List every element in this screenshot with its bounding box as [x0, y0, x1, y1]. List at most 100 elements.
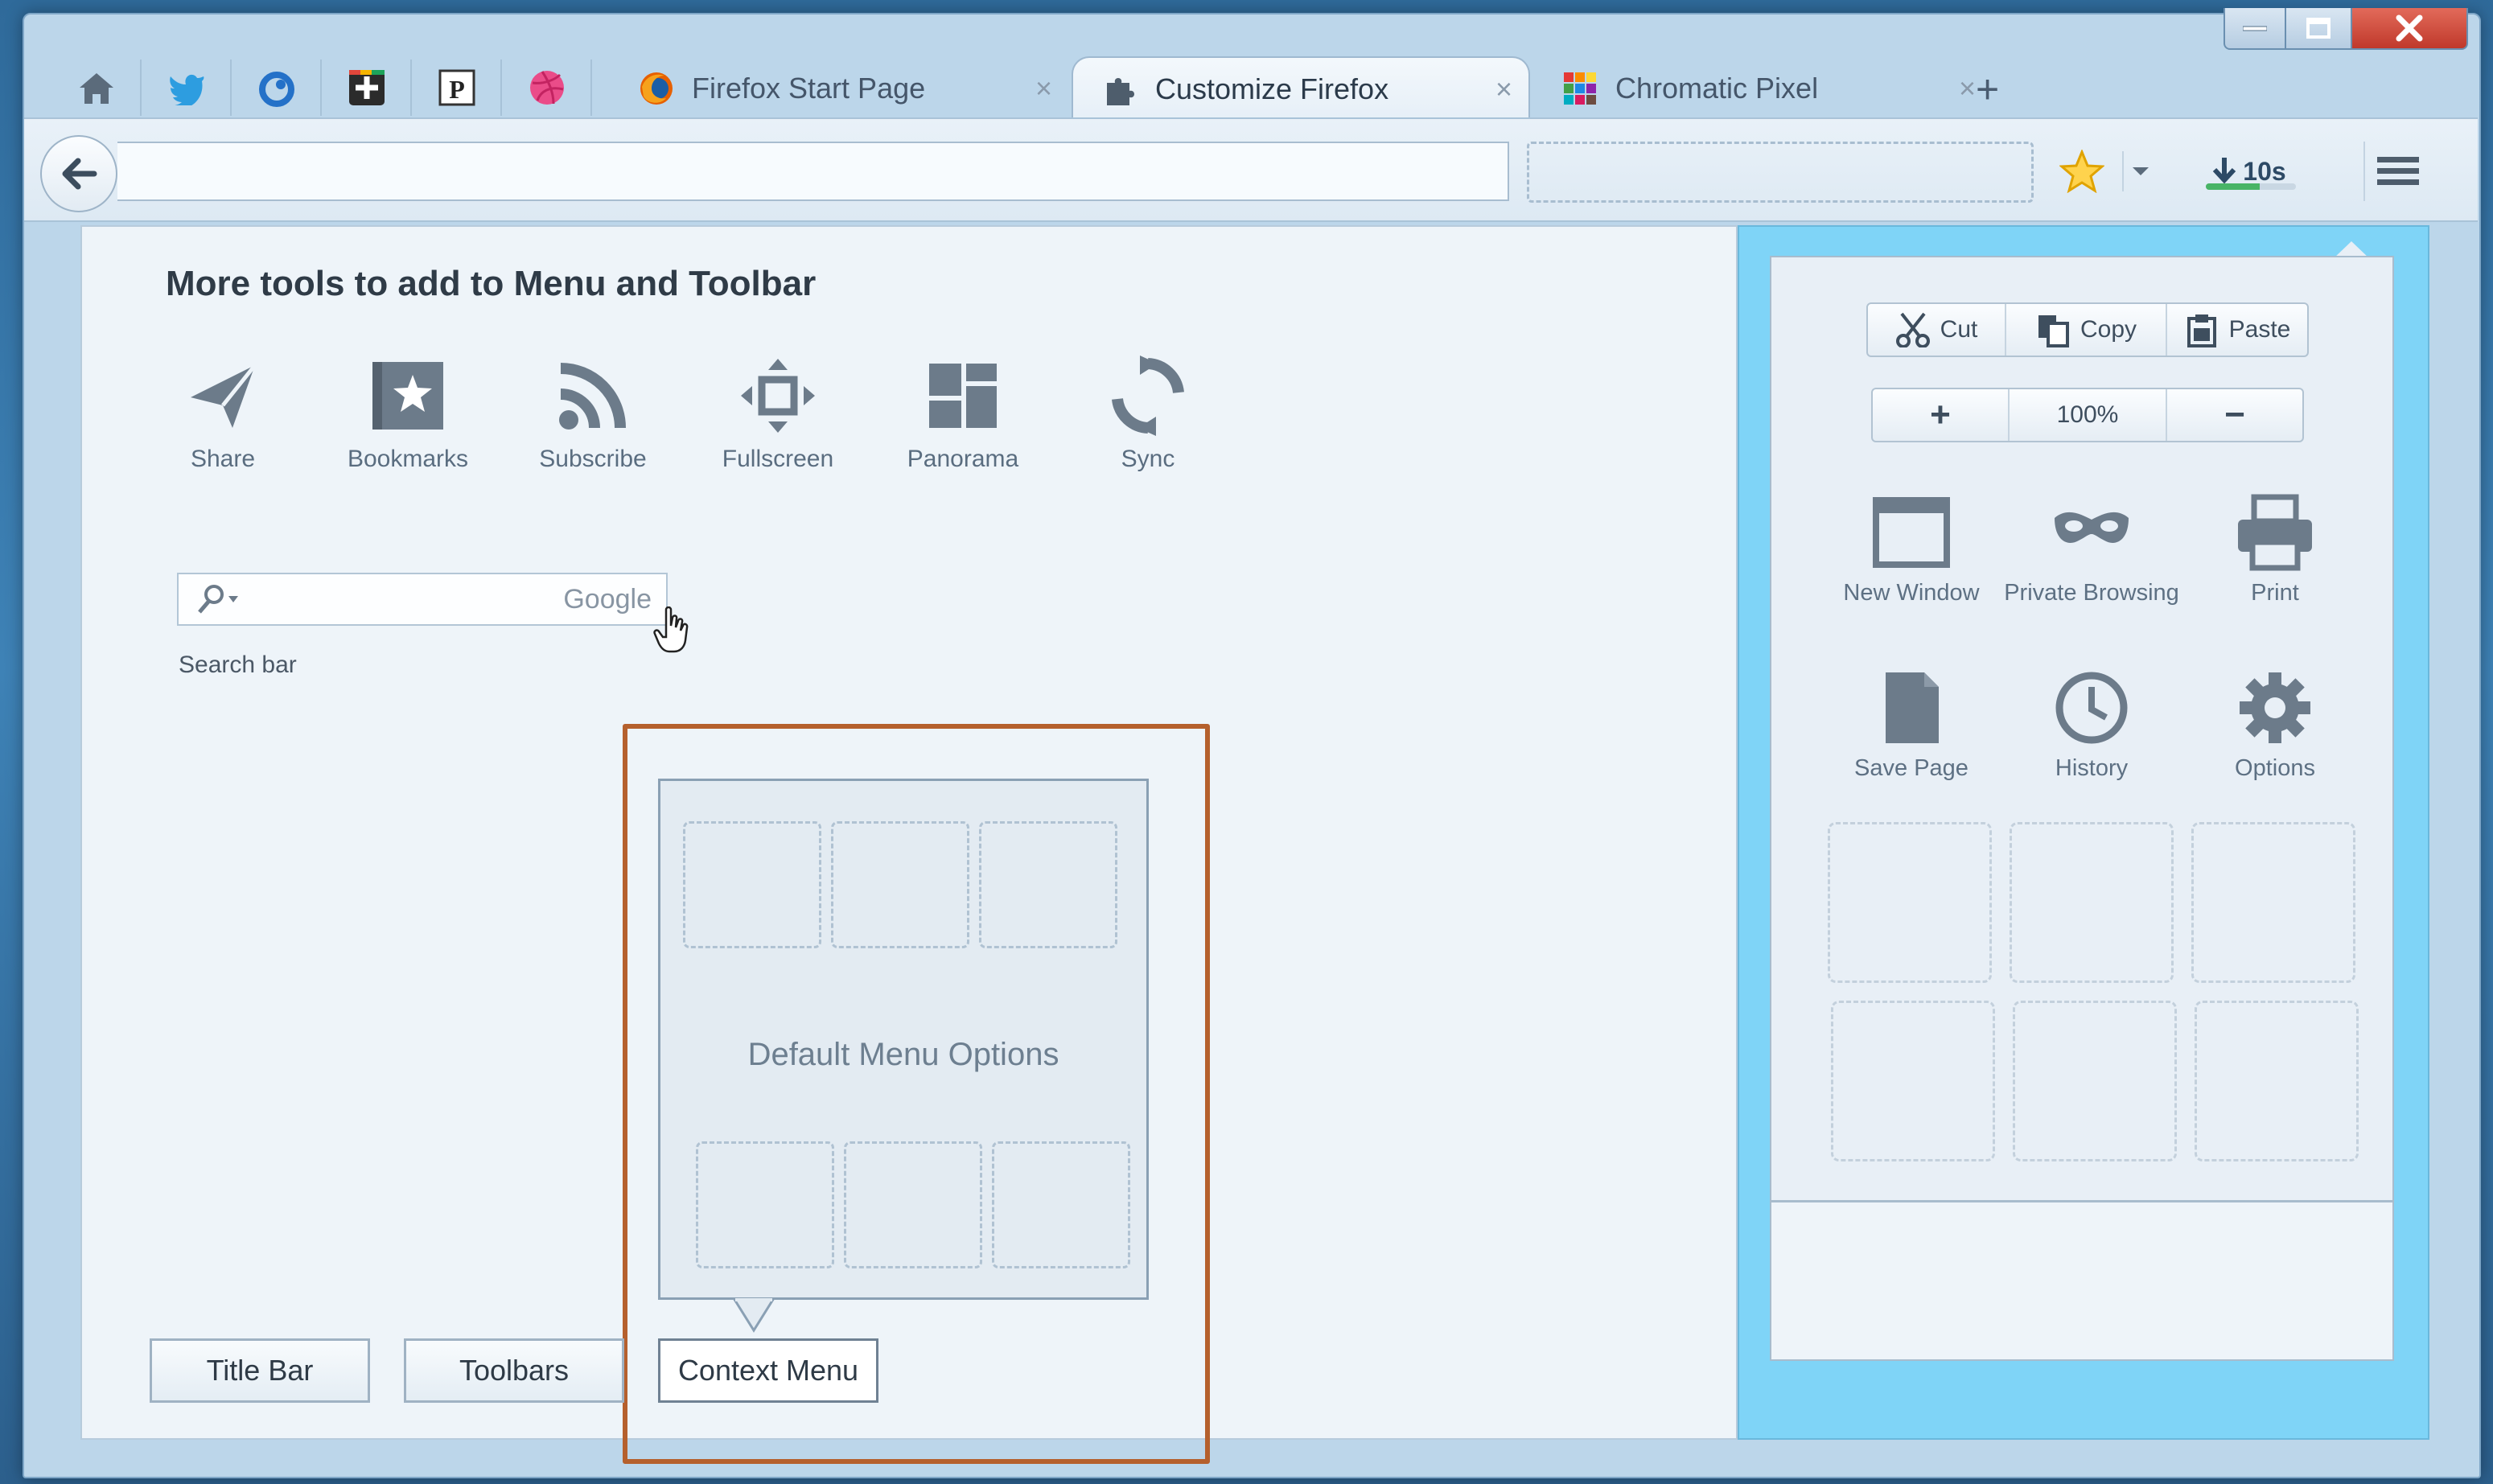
menu-slot[interactable] — [683, 821, 821, 948]
panel-empty-slot[interactable] — [1828, 822, 1992, 983]
downloads-button[interactable]: 10s — [2196, 142, 2301, 201]
minimize-button[interactable] — [2224, 8, 2286, 50]
new-tab-button[interactable]: + — [1976, 66, 1999, 113]
panel-empty-slot[interactable] — [2010, 822, 2174, 983]
maximize-button[interactable] — [2286, 8, 2352, 50]
menu-slot[interactable] — [696, 1141, 834, 1268]
search-engine-label: Google — [563, 583, 652, 615]
tool-sync[interactable]: Sync — [1055, 356, 1240, 492]
google-plus-icon — [349, 70, 385, 105]
tool-label: Bookmarks — [347, 446, 469, 472]
navigation-toolbar: 10s — [24, 117, 2478, 222]
paste-button[interactable]: Paste — [2167, 304, 2307, 356]
printer-icon — [2238, 494, 2312, 571]
context-menu-button[interactable]: Context Menu — [658, 1338, 878, 1403]
tool-fullscreen[interactable]: Fullscreen — [685, 356, 870, 492]
minimize-icon — [2243, 26, 2267, 31]
tab-chromatic-pixel[interactable]: Chromatic Pixel × — [1533, 56, 1992, 121]
bookmark-star-button[interactable] — [2050, 142, 2114, 201]
back-arrow-icon — [62, 158, 97, 190]
tool-share[interactable]: Share — [130, 356, 315, 492]
pocket-icon: P — [438, 69, 475, 106]
paste-label: Paste — [2228, 316, 2291, 343]
tool-bookmarks[interactable]: Bookmarks — [315, 356, 500, 492]
copy-button[interactable]: Copy — [2006, 304, 2167, 356]
panel-new-window[interactable]: New Window — [1823, 494, 2000, 607]
panel-options[interactable]: Options — [2187, 669, 2363, 783]
menu-slot[interactable] — [979, 821, 1117, 948]
panel-item-label: Private Browsing — [2004, 580, 2179, 606]
gear-icon — [2240, 672, 2310, 743]
tool-palette: Share Bookmarks Subscribe Fullscreen Pan… — [130, 356, 1240, 492]
share-icon — [191, 364, 257, 428]
panel-private-browsing[interactable]: Private Browsing — [2003, 494, 2180, 607]
context-menu-preview[interactable]: Default Menu Options — [658, 779, 1149, 1300]
panel-empty-slot[interactable] — [2195, 1001, 2359, 1161]
tool-label: Sync — [1121, 446, 1175, 472]
zoom-reset-button[interactable]: 100% — [2010, 389, 2167, 441]
close-tab-icon[interactable]: × — [1495, 72, 1512, 106]
close-window-button[interactable] — [2352, 8, 2468, 50]
tool-panorama[interactable]: Panorama — [870, 356, 1055, 492]
panel-history[interactable]: History — [2003, 669, 2180, 783]
new-window-icon — [1873, 497, 1950, 568]
back-button[interactable] — [40, 135, 117, 212]
toolbars-button[interactable]: Toolbars — [404, 1338, 624, 1403]
tab-firefox-start-page[interactable]: Firefox Start Page × — [610, 56, 1068, 121]
download-progress-bar — [2206, 183, 2296, 190]
svg-text:P: P — [449, 75, 465, 104]
zoom-out-button[interactable]: − — [2167, 389, 2302, 441]
bookmarks-dropdown[interactable] — [2122, 151, 2158, 191]
window-controls — [2224, 8, 2468, 50]
pinned-tab-pocket[interactable]: P — [413, 60, 502, 116]
menu-slot[interactable] — [831, 821, 969, 948]
panel-print[interactable]: Print — [2187, 494, 2363, 607]
download-progress-fill — [2206, 183, 2261, 190]
panel-save-page[interactable]: Save Page — [1823, 669, 2000, 783]
pinned-tab-google-plus[interactable] — [323, 60, 412, 116]
panorama-icon — [929, 364, 997, 428]
download-arrow-icon — [2213, 158, 2236, 184]
url-bar[interactable] — [117, 142, 1509, 201]
menu-slot[interactable] — [992, 1141, 1130, 1268]
tool-subscribe[interactable]: Subscribe — [500, 356, 685, 492]
tab-customize-firefox[interactable]: Customize Firefox × — [1072, 56, 1530, 121]
bookmarks-icon — [372, 362, 443, 430]
puzzle-icon — [1102, 72, 1137, 107]
star-icon — [2059, 150, 2104, 193]
toolbar-drop-zone[interactable] — [1527, 142, 2034, 203]
copy-icon — [2038, 315, 2069, 347]
clock-icon — [2055, 672, 2128, 744]
title-bar-button[interactable]: Title Bar — [150, 1338, 370, 1403]
hand-cursor-icon — [653, 606, 689, 653]
panel-empty-slot[interactable] — [2191, 822, 2355, 983]
dribbble-icon — [530, 71, 564, 105]
search-icon — [198, 585, 238, 614]
pinned-tab-feed[interactable] — [233, 60, 322, 116]
zoom-controls: + 100% − — [1871, 388, 2304, 442]
close-tab-icon[interactable]: × — [1035, 72, 1052, 105]
search-bar-label: Search bar — [179, 652, 297, 678]
zoom-in-button[interactable]: + — [1873, 389, 2010, 441]
search-bar-widget[interactable]: Google — [177, 573, 668, 626]
clipboard-icon — [2187, 314, 2216, 347]
panel-empty-slot[interactable] — [2013, 1001, 2177, 1161]
close-icon — [2396, 14, 2423, 42]
pinned-tab-dribbble[interactable] — [504, 60, 592, 116]
panel-item-label: Print — [2251, 580, 2299, 606]
close-tab-icon[interactable]: × — [1959, 72, 1976, 105]
twitter-icon — [169, 74, 204, 105]
pinned-tab-twitter[interactable] — [143, 60, 232, 116]
scissors-icon — [1895, 312, 1930, 347]
rss-icon — [559, 363, 626, 430]
cut-button[interactable]: Cut — [1868, 304, 2006, 356]
menu-slot[interactable] — [844, 1141, 982, 1268]
panel-item-label: Options — [2235, 755, 2315, 781]
menu-button[interactable] — [2363, 142, 2431, 201]
tab-label: Chromatic Pixel — [1615, 72, 1819, 105]
pinned-tab-home[interactable] — [53, 60, 142, 116]
download-time-remaining: 10s — [2243, 156, 2286, 186]
menu-panel: Cut Copy Paste + 100% − New Window Priva… — [1770, 256, 2394, 1361]
tool-label: Share — [190, 446, 256, 472]
panel-empty-slot[interactable] — [1831, 1001, 1995, 1161]
